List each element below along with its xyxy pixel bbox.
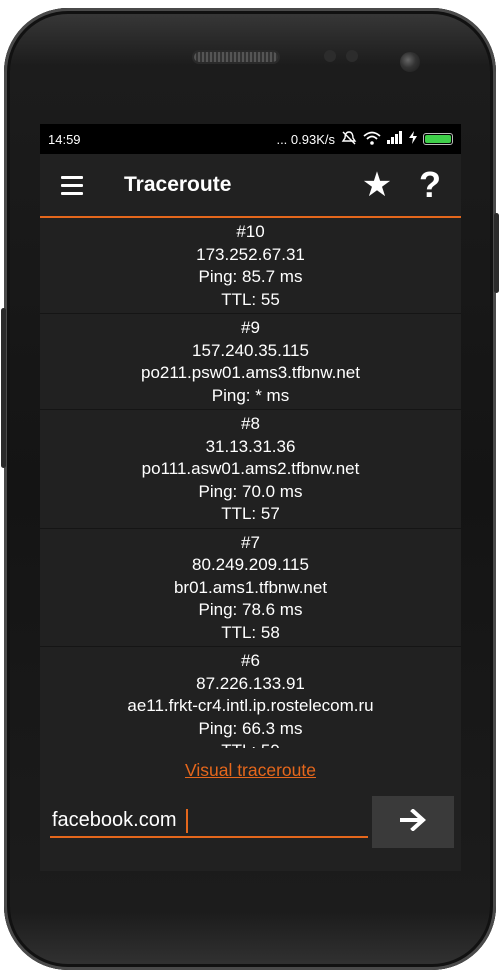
- hop-host: po211.psw01.ams3.tfbnw.net: [141, 363, 360, 382]
- hop-host: ae11.frkt-cr4.intl.ip.rostelecom.ru: [127, 696, 374, 715]
- hop-ttl: TTL: 59: [40, 740, 461, 748]
- hop-ip: 173.252.67.31: [196, 244, 305, 264]
- help-icon[interactable]: ?: [405, 153, 461, 217]
- volume-button: [1, 308, 6, 468]
- hop-ttl: TTL: 55: [221, 289, 280, 309]
- hop-number: #8: [241, 414, 260, 433]
- status-bar: 14:59 ... 0.93K/s: [40, 124, 461, 154]
- hop-number: #6: [241, 651, 260, 670]
- hop-item[interactable]: #10 173.252.67.31 Ping: 85.7 ms TTL: 55: [40, 218, 461, 314]
- earpiece-speaker: [194, 52, 278, 62]
- page-title: Traceroute: [124, 173, 232, 196]
- proximity-sensor: [324, 50, 336, 62]
- hop-ttl: TTL: 58: [221, 622, 280, 642]
- hop-ping: Ping: 78.6 ms: [198, 600, 303, 619]
- hop-ping: Ping: 66.3 ms: [198, 718, 303, 738]
- text-caret: [186, 809, 188, 833]
- power-button: [494, 213, 499, 293]
- hop-item[interactable]: #9 157.240.35.115 po211.psw01.ams3.tfbnw…: [40, 314, 461, 410]
- hop-item[interactable]: #7 80.249.209.115 br01.ams1.tfbnw.net Pi…: [40, 529, 461, 647]
- hop-ping: Ping: 85.7 ms: [198, 267, 303, 286]
- hop-host: br01.ams1.tfbnw.net: [173, 577, 328, 597]
- visual-link-row: Visual traceroute: [40, 748, 461, 792]
- menu-icon[interactable]: [40, 153, 104, 217]
- network-speed: ... 0.93K/s: [276, 131, 335, 147]
- hop-ip: 157.240.35.115: [192, 340, 309, 360]
- screen: 14:59 ... 0.93K/s Traceroute ★ ? #10 173…: [40, 124, 461, 871]
- hop-ip: 80.249.209.115: [192, 555, 309, 574]
- light-sensor: [346, 50, 358, 62]
- hop-ping: Ping: 70.0 ms: [198, 481, 303, 501]
- front-camera: [400, 52, 420, 72]
- star-icon[interactable]: ★: [349, 153, 405, 217]
- hop-ip: 31.13.31.36: [205, 436, 296, 456]
- app-bar: Traceroute ★ ?: [40, 154, 461, 218]
- hop-list[interactable]: #10 173.252.67.31 Ping: 85.7 ms TTL: 55 …: [40, 218, 461, 748]
- status-icons: ... 0.93K/s: [276, 130, 453, 148]
- hop-item[interactable]: #6 87.226.133.91 ae11.frkt-cr4.intl.ip.r…: [40, 647, 461, 748]
- arrow-right-icon: [400, 805, 426, 839]
- hop-ttl: TTL: 57: [221, 504, 280, 523]
- hop-number: #9: [241, 318, 260, 337]
- host-input[interactable]: [50, 804, 368, 838]
- hop-host: po111.asw01.ams2.tfbnw.net: [141, 459, 360, 478]
- hop-item[interactable]: #8 31.13.31.36 po111.asw01.ams2.tfbnw.ne…: [40, 410, 461, 529]
- visual-traceroute-link[interactable]: Visual traceroute: [185, 760, 316, 781]
- hop-number: #10: [236, 222, 265, 241]
- mute-icon: [341, 130, 357, 148]
- status-time: 14:59: [48, 131, 81, 147]
- wifi-icon: [363, 131, 381, 148]
- battery-icon: [423, 133, 453, 145]
- go-button[interactable]: [372, 796, 454, 848]
- hop-ping: Ping: * ms: [211, 385, 290, 405]
- hop-ip: 87.226.133.91: [196, 673, 305, 693]
- input-row: [40, 792, 461, 862]
- signal-icon: [387, 131, 403, 147]
- hop-number: #7: [241, 532, 260, 552]
- charging-icon: [409, 131, 417, 147]
